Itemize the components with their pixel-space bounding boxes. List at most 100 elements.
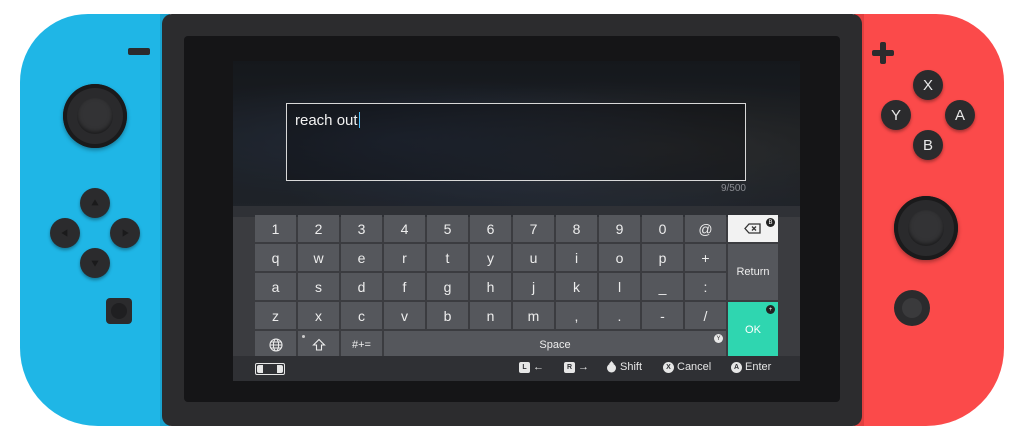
stick-press-icon: [607, 361, 616, 373]
key[interactable]: q: [255, 244, 296, 271]
key[interactable]: /: [685, 302, 726, 329]
key[interactable]: 8: [556, 215, 597, 242]
key[interactable]: 5: [427, 215, 468, 242]
key[interactable]: h: [470, 273, 511, 300]
key[interactable]: @: [685, 215, 726, 242]
plus-button[interactable]: [872, 42, 894, 64]
cancel-hint[interactable]: X Cancel: [663, 361, 711, 373]
space-key[interactable]: Space Y: [384, 331, 726, 358]
key[interactable]: p: [642, 244, 683, 271]
key[interactable]: 7: [513, 215, 554, 242]
key[interactable]: k: [556, 273, 597, 300]
key[interactable]: 0: [642, 215, 683, 242]
key[interactable]: c: [341, 302, 382, 329]
a-button-label: A: [954, 106, 965, 124]
a-button[interactable]: A: [945, 100, 975, 130]
ok-badge: +: [766, 305, 775, 314]
capture-button[interactable]: [106, 298, 132, 324]
key[interactable]: o: [599, 244, 640, 271]
symbols-key[interactable]: #+=: [341, 331, 382, 358]
keyboard-footer: L ← R → Shift X Cancel A Enter: [233, 356, 800, 381]
key[interactable]: d: [341, 273, 382, 300]
key[interactable]: +: [685, 244, 726, 271]
shift-arrow-icon: [311, 338, 326, 351]
key[interactable]: .: [599, 302, 640, 329]
home-button[interactable]: [894, 290, 930, 326]
backspace-key[interactable]: B: [728, 215, 778, 242]
key[interactable]: s: [298, 273, 339, 300]
key[interactable]: 4: [384, 215, 425, 242]
key[interactable]: 9: [599, 215, 640, 242]
b-button-label: B: [922, 136, 933, 154]
key[interactable]: b: [427, 302, 468, 329]
globe-icon: [268, 337, 283, 352]
key[interactable]: _: [642, 273, 683, 300]
x-button[interactable]: X: [913, 70, 943, 100]
a-button-icon: A: [731, 361, 742, 373]
key[interactable]: x: [298, 302, 339, 329]
right-joycon: X Y A B: [854, 14, 1004, 426]
cursor-left-hint: L ←: [519, 361, 544, 373]
key[interactable]: i: [556, 244, 597, 271]
return-key[interactable]: Return: [728, 244, 778, 300]
key[interactable]: e: [341, 244, 382, 271]
dpad-right-button[interactable]: [110, 218, 140, 248]
right-stick[interactable]: [894, 196, 958, 260]
cursor-left-label: ←: [533, 361, 544, 373]
key[interactable]: -: [642, 302, 683, 329]
ok-key-label: OK: [745, 324, 761, 336]
key[interactable]: y: [470, 244, 511, 271]
minus-button[interactable]: [128, 48, 150, 55]
enter-hint[interactable]: A Enter: [731, 361, 771, 373]
key[interactable]: m: [513, 302, 554, 329]
shift-hint-label: Shift: [620, 361, 643, 373]
key[interactable]: z: [255, 302, 296, 329]
ok-key[interactable]: OK +: [728, 302, 778, 358]
key[interactable]: 1: [255, 215, 296, 242]
cancel-label: Cancel: [677, 361, 712, 373]
shift-hint: Shift: [606, 361, 642, 373]
dpad-down-button[interactable]: [80, 248, 110, 278]
y-button[interactable]: Y: [881, 100, 911, 130]
left-stick[interactable]: [63, 84, 127, 148]
x-button-icon: X: [663, 361, 674, 373]
key[interactable]: g: [427, 273, 468, 300]
text-input-box[interactable]: reach out: [286, 103, 746, 181]
key[interactable]: :: [685, 273, 726, 300]
key[interactable]: t: [427, 244, 468, 271]
l-button-icon: L: [519, 361, 530, 373]
y-button-label: Y: [890, 106, 901, 124]
key[interactable]: v: [384, 302, 425, 329]
key[interactable]: 6: [470, 215, 511, 242]
dpad-up-button[interactable]: [80, 188, 110, 218]
language-key[interactable]: [255, 331, 296, 358]
shift-dot: [302, 335, 305, 338]
backspace-badge: B: [766, 218, 775, 227]
key[interactable]: r: [384, 244, 425, 271]
cursor-right-label: →: [578, 361, 589, 373]
key[interactable]: ,: [556, 302, 597, 329]
enter-label: Enter: [745, 361, 772, 373]
key[interactable]: l: [599, 273, 640, 300]
text-caret: [358, 112, 360, 128]
arrow-down-icon: [91, 260, 99, 267]
shift-key[interactable]: [298, 331, 339, 358]
key[interactable]: u: [513, 244, 554, 271]
key[interactable]: 3: [341, 215, 382, 242]
dpad-left-button[interactable]: [50, 218, 80, 248]
console-icon[interactable]: [255, 363, 285, 375]
screen: reach out 9/500 1 2 3 4 5 6 7 8 9 0 @ B …: [233, 61, 800, 381]
arrow-left-icon: [61, 229, 68, 237]
key[interactable]: a: [255, 273, 296, 300]
key[interactable]: n: [470, 302, 511, 329]
b-button[interactable]: B: [913, 130, 943, 160]
text-input-value: reach out: [295, 112, 360, 129]
key[interactable]: j: [513, 273, 554, 300]
space-badge: Y: [714, 334, 723, 343]
key[interactable]: f: [384, 273, 425, 300]
key[interactable]: w: [298, 244, 339, 271]
cursor-right-hint: R →: [564, 361, 589, 373]
arrow-right-icon: [122, 229, 129, 237]
text-input-text: reach out: [295, 112, 358, 129]
key[interactable]: 2: [298, 215, 339, 242]
